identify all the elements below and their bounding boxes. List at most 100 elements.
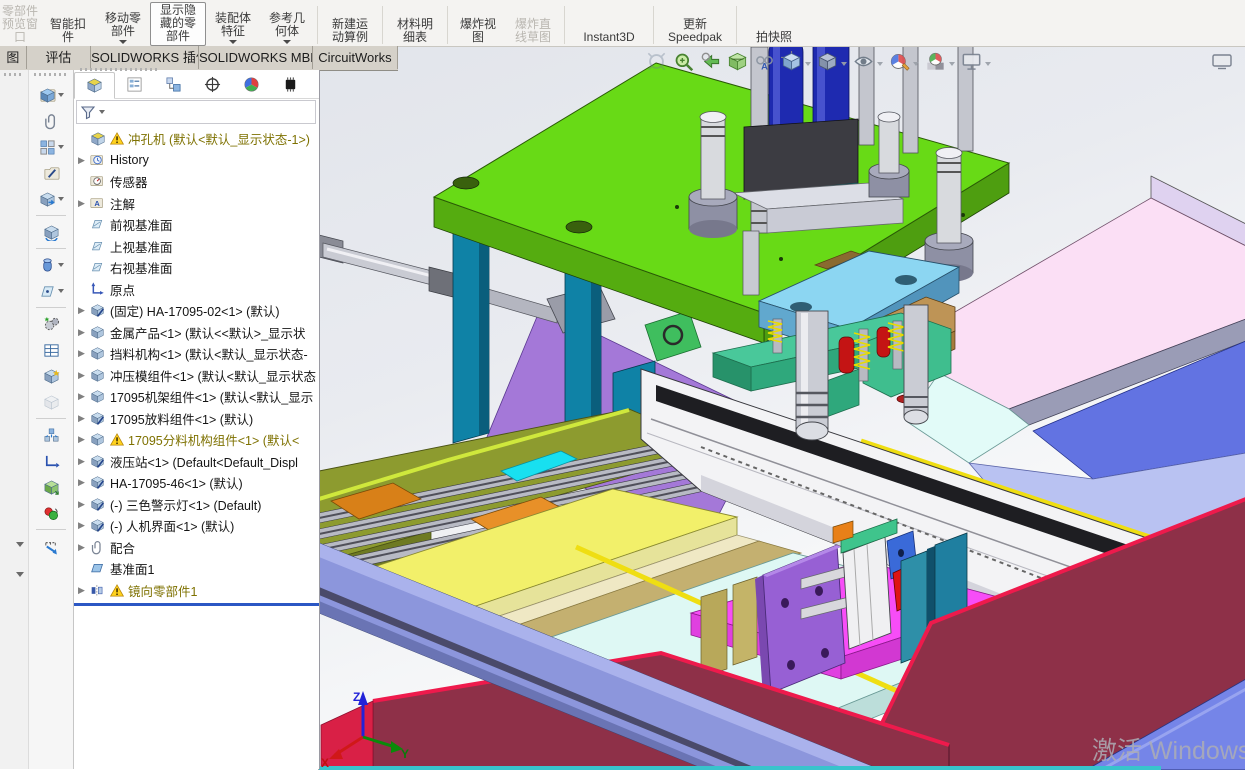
tree-item[interactable]: ▶镜向零部件1 <box>74 580 319 602</box>
dropdown-caret-icon[interactable] <box>58 263 64 267</box>
ribbon-button-reference-geometry[interactable]: 参考几何体 <box>260 11 314 46</box>
expand-arrow-icon[interactable]: ▶ <box>78 370 90 381</box>
tree-item[interactable]: ▶(固定) HA-17095-02<1> (默认) <box>74 300 319 322</box>
tree-item[interactable]: ▶17095放料组件<1> (默认) <box>74 408 319 430</box>
take-snapshot-icon[interactable] <box>30 533 72 559</box>
expand-arrow-icon[interactable]: ▶ <box>78 456 90 467</box>
dropdown-caret-icon[interactable] <box>119 40 127 44</box>
tree-item[interactable]: 上视基准面 <box>74 236 319 258</box>
tree-item[interactable]: ▶(-) 三色警示灯<1> (Default) <box>74 494 319 516</box>
dropdown-caret-icon[interactable] <box>58 145 64 149</box>
move-component-icon[interactable] <box>30 186 72 212</box>
ribbon-button-bill-of-materials[interactable]: 材料明细表 <box>386 17 444 46</box>
graphics-viewport[interactable]: Z X Y <box>318 46 1245 770</box>
smart-component-icon[interactable] <box>30 363 72 389</box>
expand-arrow-icon[interactable]: ▶ <box>78 499 90 510</box>
dropdown-caret-icon[interactable] <box>283 40 291 44</box>
panel-tab-property-manager[interactable] <box>115 72 154 97</box>
tree-item[interactable]: 冲孔机 (默认<默认_显示状态-1>) <box>74 128 319 150</box>
tree-item[interactable]: ▶配合 <box>74 537 319 559</box>
hide-show-items-icon[interactable] <box>852 50 884 78</box>
zoom-to-fit-icon[interactable] <box>645 50 668 78</box>
view-settings-icon[interactable] <box>960 50 992 78</box>
mate-icon[interactable] <box>30 108 72 134</box>
panel-tab-display-manager[interactable] <box>232 72 271 97</box>
bill-of-materials-icon[interactable] <box>30 337 72 363</box>
expand-arrow-icon[interactable]: ▶ <box>78 391 90 402</box>
linear-component-pattern-icon[interactable] <box>30 134 72 160</box>
tree-item[interactable]: 原点 <box>74 279 319 301</box>
insert-components-icon[interactable] <box>30 82 72 108</box>
tree-item[interactable]: ▶A注解 <box>74 193 319 215</box>
previous-view-icon[interactable] <box>699 50 722 78</box>
ribbon-button-smart-fasteners[interactable]: 智能扣件 <box>40 17 96 46</box>
edit-appearance-icon[interactable] <box>888 50 920 78</box>
commandmanager-tab-solidworks-插件[interactable]: SOLIDWORKS 插件 <box>91 46 199 69</box>
panel-tab-featuremanager-tree[interactable] <box>74 72 115 99</box>
instant3d-icon[interactable] <box>30 474 72 500</box>
rotate-component-icon[interactable] <box>30 219 72 245</box>
filter-caret-icon[interactable] <box>99 110 105 114</box>
tree-item[interactable]: 传感器 <box>74 171 319 193</box>
tree-item[interactable]: ▶挡料机构<1> (默认<默认_显示状态- <box>74 343 319 365</box>
ribbon-button-new-motion-study[interactable]: 新建运动算例 <box>321 17 379 46</box>
expand-arrow-icon[interactable]: ▶ <box>78 434 90 445</box>
reference-geometry-icon[interactable] <box>30 278 72 304</box>
toolbar-drag-handle[interactable] <box>34 73 68 76</box>
dropdown-caret-icon[interactable] <box>58 289 64 293</box>
panel-tab-configuration-manager[interactable] <box>154 72 193 97</box>
dropdown-caret-icon[interactable] <box>841 62 847 66</box>
ribbon-button-update-speedpak[interactable]: 更新Speedpak <box>657 17 733 46</box>
tree-item[interactable]: ▶金属产品<1> (默认<<默认>_显示状 <box>74 322 319 344</box>
update-speedpak-icon[interactable] <box>30 500 72 526</box>
dropdown-caret-icon[interactable] <box>58 93 64 97</box>
commandmanager-tab-评估[interactable]: 评估 <box>27 46 91 69</box>
tree-item[interactable]: 基准面1 <box>74 558 319 580</box>
viewport-collapse-icon[interactable] <box>1211 53 1233 75</box>
tree-item[interactable]: ▶History <box>74 150 319 172</box>
panel-drag-handle[interactable] <box>80 68 160 71</box>
commandmanager-tab-circuitworks[interactable]: CircuitWorks <box>313 46 398 69</box>
display-style-icon[interactable] <box>816 50 848 78</box>
dropdown-caret-icon[interactable] <box>805 62 811 66</box>
expand-arrow-icon[interactable]: ▶ <box>78 477 90 488</box>
toolbar-overflow-caret[interactable] <box>16 572 24 577</box>
tree-item[interactable]: ▶HA-17095-46<1> (默认) <box>74 472 319 494</box>
dropdown-caret-icon[interactable] <box>58 197 64 201</box>
toolbar-overflow-caret[interactable] <box>16 542 24 547</box>
section-view-icon[interactable] <box>726 50 749 78</box>
dropdown-caret-icon[interactable] <box>949 62 955 66</box>
tree-item[interactable]: ▶17095机架组件<1> (默认<默认_显示 <box>74 386 319 408</box>
explode-line-sketch-icon[interactable] <box>30 448 72 474</box>
ribbon-button-exploded-view[interactable]: 爆炸视图 <box>451 17 505 46</box>
panel-tab-circuitworks[interactable] <box>271 72 310 97</box>
rollback-bar[interactable] <box>74 603 319 606</box>
ribbon-button-assembly-features[interactable]: 装配体特征 <box>206 11 260 46</box>
ribbon-button-take-snapshot[interactable]: 拍快照 <box>740 30 808 46</box>
tree-item[interactable]: ▶17095分料机构组件<1> (默认< <box>74 429 319 451</box>
ribbon-button-instant3d[interactable]: Instant3D <box>568 30 650 46</box>
tree-item[interactable]: ▶液压站<1> (Default<Default_Displ <box>74 451 319 473</box>
dropdown-caret-icon[interactable] <box>877 62 883 66</box>
exploded-view-icon[interactable] <box>30 422 72 448</box>
tree-item[interactable]: ▶(-) 人机界面<1> (默认) <box>74 515 319 537</box>
expand-arrow-icon[interactable]: ▶ <box>78 305 90 316</box>
ribbon-button-show-hidden-components[interactable]: 显示隐藏的零部件 <box>150 2 206 46</box>
expand-arrow-icon[interactable]: ▶ <box>78 585 90 596</box>
expand-arrow-icon[interactable]: ▶ <box>78 327 90 338</box>
dropdown-caret-icon[interactable] <box>913 62 919 66</box>
expand-arrow-icon[interactable]: ▶ <box>78 413 90 424</box>
ribbon-button-move-component[interactable]: 移动零部件 <box>96 11 150 46</box>
assembly-features-icon[interactable] <box>30 252 72 278</box>
expand-arrow-icon[interactable]: ▶ <box>78 155 90 166</box>
edit-component-icon[interactable] <box>30 160 72 186</box>
tree-item[interactable]: ▶冲压模组件<1> (默认<默认_显示状态 <box>74 365 319 387</box>
panel-tab-dimxpert-manager[interactable] <box>193 72 232 97</box>
tree-item[interactable]: 前视基准面 <box>74 214 319 236</box>
tree-item[interactable]: 右视基准面 <box>74 257 319 279</box>
expand-arrow-icon[interactable]: ▶ <box>78 348 90 359</box>
expand-arrow-icon[interactable]: ▶ <box>78 520 90 531</box>
toolbar-drag-handle[interactable] <box>4 73 24 76</box>
zoom-to-area-icon[interactable] <box>672 50 695 78</box>
dropdown-caret-icon[interactable] <box>229 40 237 44</box>
